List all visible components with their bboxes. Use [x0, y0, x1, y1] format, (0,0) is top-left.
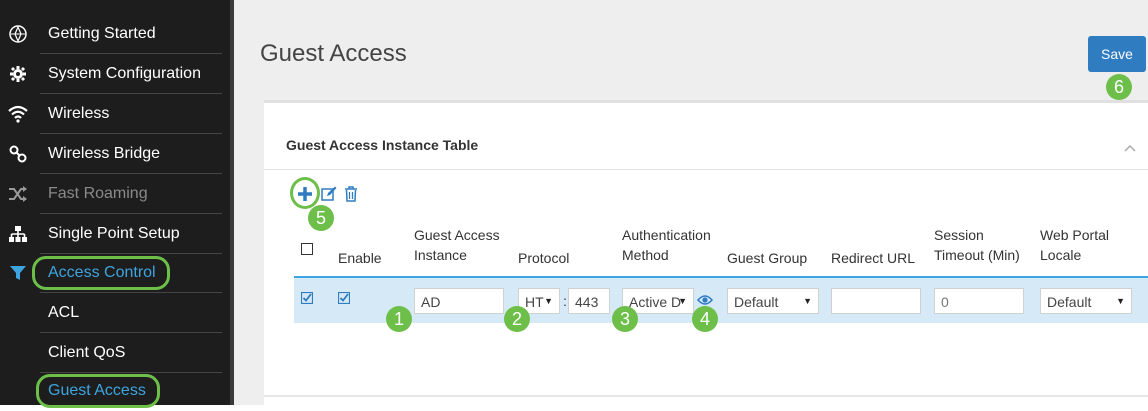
column-header-line: Web Portal: [1040, 227, 1109, 243]
port-input[interactable]: 443: [568, 288, 610, 314]
sidebar-item-system-configuration[interactable]: System Configuration: [0, 54, 230, 94]
sidebar-item-label: Single Point Setup: [48, 225, 180, 242]
sidebar: Getting Started System Configuration Wir…: [0, 0, 230, 408]
callout-badge: 6: [1106, 74, 1132, 100]
redirect-url-input[interactable]: [831, 288, 921, 314]
callout-ring: [32, 256, 170, 290]
hierarchy-icon: [8, 224, 28, 244]
sidebar-item-label: System Configuration: [48, 65, 201, 82]
sidebar-item-label: ACL: [48, 304, 80, 321]
sidebar-item-label: Getting Started: [48, 25, 156, 42]
sidebar-item-wireless-bridge[interactable]: Wireless Bridge: [0, 134, 230, 174]
column-header-auth-method: Authentication Method: [622, 225, 711, 265]
enable-checkbox[interactable]: [337, 291, 351, 305]
column-header-enable: Enable: [338, 250, 382, 266]
row-select-checkbox[interactable]: [300, 291, 314, 305]
sidebar-item-client-qos[interactable]: Client QoS: [0, 333, 230, 373]
locale-value: Default: [1047, 294, 1092, 310]
add-icon[interactable]: [296, 185, 314, 203]
sidebar-item-single-point-setup[interactable]: Single Point Setup: [0, 214, 230, 254]
auth-method-value: Active D: [629, 294, 682, 310]
column-header-instance: Guest Access Instance: [414, 225, 500, 265]
trash-icon[interactable]: [342, 185, 360, 203]
column-header-line: Locale: [1040, 247, 1082, 263]
guest-group-value: Default: [734, 294, 779, 310]
dropdown-arrow-icon: ▼: [544, 296, 553, 306]
column-header-line: Session: [934, 227, 984, 243]
page-title: Guest Access: [260, 40, 407, 67]
column-header-line: Authentication: [622, 227, 711, 243]
main-content: Guest Access Save 6 Guest Access Instanc…: [234, 0, 1148, 405]
shuffle-icon: [8, 184, 28, 204]
column-header-line: Timeout (Min): [934, 247, 1020, 263]
sidebar-item-fast-roaming[interactable]: Fast Roaming: [0, 174, 230, 214]
session-timeout-input[interactable]: 0: [934, 288, 1024, 314]
callout-badge: 2: [504, 306, 530, 332]
callout-badge: 5: [308, 205, 334, 231]
select-all-checkbox[interactable]: [301, 243, 313, 255]
callout-ring: [36, 374, 160, 408]
dropdown-arrow-icon: ▼: [1116, 296, 1125, 306]
column-header-protocol: Protocol: [518, 250, 570, 266]
instance-name-input[interactable]: AD: [414, 288, 504, 314]
column-header-redirect-url: Redirect URL: [831, 250, 916, 266]
filter-icon: [8, 263, 28, 283]
dropdown-arrow-icon: ▼: [803, 296, 812, 306]
dropdown-arrow-icon: ▼: [678, 296, 687, 306]
sidebar-item-label: Wireless: [48, 105, 110, 122]
sidebar-item-label: Client QoS: [48, 344, 126, 361]
protocol-value: HT: [525, 294, 544, 310]
sidebar-item-acl[interactable]: ACL: [0, 293, 230, 333]
column-header-locale: Web Portal Locale: [1040, 225, 1109, 265]
column-header-line: Instance: [414, 247, 467, 263]
port-separator: :: [563, 293, 567, 309]
sidebar-item-getting-started[interactable]: Getting Started: [0, 14, 230, 54]
divider: [264, 169, 1148, 170]
callout-badge: 4: [692, 306, 718, 332]
sidebar-item-label: Fast Roaming: [48, 185, 148, 202]
column-header-line: Guest Access: [414, 227, 500, 243]
sidebar-item-label: Wireless Bridge: [48, 145, 161, 162]
column-header-guest-group: Guest Group: [727, 250, 808, 266]
compass-icon: [8, 24, 28, 44]
guest-group-select[interactable]: Default ▼: [727, 288, 819, 314]
instance-table-panel: Guest Access Instance Table 5 Enable Gue…: [264, 100, 1148, 405]
callout-badge: 3: [612, 306, 638, 332]
column-header-session-timeout: Session Timeout (Min): [934, 225, 1020, 265]
panel-title: Guest Access Instance Table: [286, 137, 479, 153]
column-header-line: Method: [622, 247, 669, 263]
chevron-up-icon[interactable]: [1124, 139, 1136, 155]
locale-select[interactable]: Default ▼: [1040, 288, 1132, 314]
divider: [264, 395, 1148, 397]
callout-badge: 1: [386, 306, 412, 332]
gear-icon: [8, 64, 28, 84]
sidebar-item-wireless[interactable]: Wireless: [0, 94, 230, 134]
edit-icon[interactable]: [320, 185, 338, 203]
bridge-icon: [8, 144, 28, 164]
save-button[interactable]: Save: [1088, 36, 1146, 72]
wifi-icon: [8, 104, 28, 124]
